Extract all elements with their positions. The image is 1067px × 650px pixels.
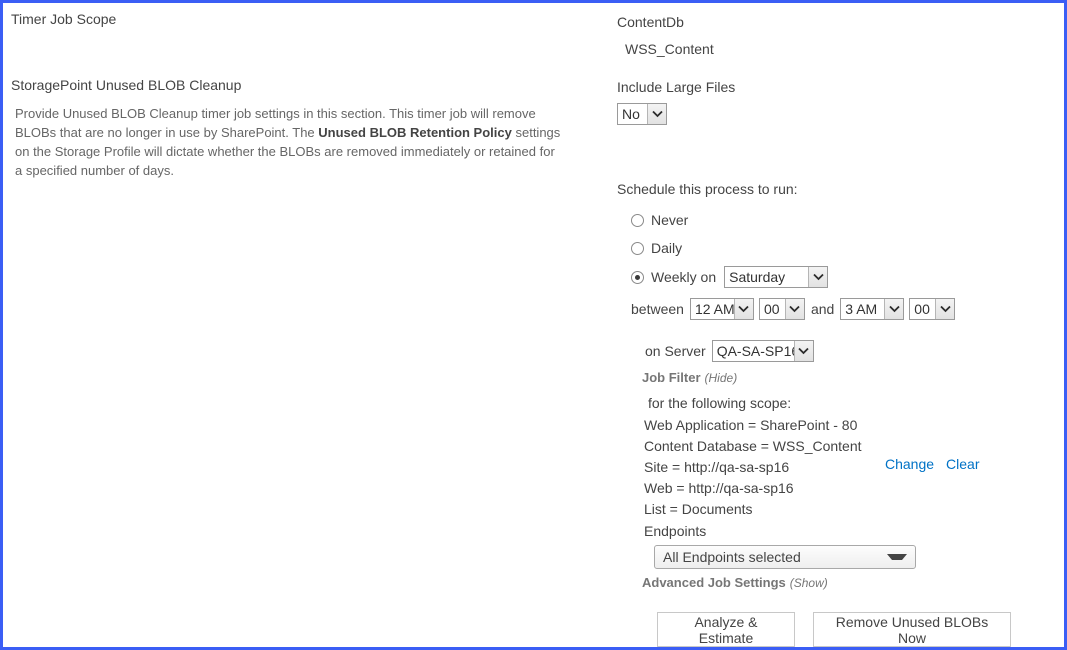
remove-unused-blobs-button[interactable]: Remove Unused BLOBs Now bbox=[813, 612, 1011, 647]
weekday-select[interactable]: Saturday bbox=[724, 266, 829, 288]
chevron-down-icon bbox=[784, 299, 804, 319]
advanced-job-settings-show-toggle[interactable]: (Show) bbox=[790, 576, 828, 590]
section-description: Provide Unused BLOB Cleanup timer job se… bbox=[15, 104, 563, 180]
chevron-down-icon bbox=[887, 554, 907, 560]
endpoints-select[interactable]: All Endpoints selected bbox=[654, 545, 916, 569]
chevron-down-icon bbox=[935, 299, 955, 319]
chevron-down-icon bbox=[647, 104, 666, 124]
scope-line-site: Site = http://qa-sa-sp16 bbox=[644, 459, 790, 475]
end-minute-select[interactable]: 00 bbox=[909, 298, 956, 320]
scope-line-web-application: Web Application = SharePoint - 80 bbox=[644, 417, 858, 433]
job-filter-title: Job Filter bbox=[642, 370, 701, 385]
schedule-option-daily[interactable]: Daily bbox=[631, 240, 682, 256]
content-db-value: WSS_Content bbox=[625, 41, 714, 57]
end-hour-value: 3 AM bbox=[845, 301, 878, 317]
change-link[interactable]: Change bbox=[885, 456, 934, 472]
analyze-estimate-button[interactable]: Analyze & Estimate bbox=[657, 612, 795, 647]
start-hour-value: 12 AM bbox=[694, 301, 734, 317]
schedule-label: Schedule this process to run: bbox=[617, 181, 798, 197]
start-minute-value: 00 bbox=[763, 301, 780, 317]
advanced-job-settings-title: Advanced Job Settings bbox=[642, 575, 786, 590]
scope-actions: Change Clear bbox=[885, 456, 980, 472]
schedule-option-weekly[interactable]: Weekly on Saturday bbox=[631, 266, 829, 288]
scope-line-list: List = Documents bbox=[644, 501, 753, 517]
endpoints-value: All Endpoints selected bbox=[663, 549, 801, 565]
scope-line-content-database: Content Database = WSS_Content bbox=[644, 438, 862, 454]
advanced-job-settings-header: Advanced Job Settings (Show) bbox=[642, 574, 828, 590]
schedule-option-never[interactable]: Never bbox=[631, 212, 688, 228]
chevron-down-icon bbox=[808, 267, 828, 287]
radio-icon-never[interactable] bbox=[631, 213, 644, 227]
radio-icon-weekly[interactable] bbox=[631, 270, 644, 284]
action-buttons: Analyze & Estimate Remove Unused BLOBs N… bbox=[657, 612, 1011, 647]
server-label: on Server bbox=[645, 343, 706, 359]
chevron-down-icon bbox=[884, 299, 904, 319]
chevron-down-icon bbox=[733, 299, 753, 319]
description-emphasis: Unused BLOB Retention Policy bbox=[318, 125, 512, 140]
include-large-files-select[interactable]: No bbox=[617, 103, 667, 125]
server-select[interactable]: QA-SA-SP16 bbox=[711, 340, 814, 362]
include-large-files-label: Include Large Files bbox=[617, 79, 736, 95]
start-hour-select[interactable]: 12 AM bbox=[689, 298, 754, 320]
job-filter-header: Job Filter (Hide) bbox=[642, 369, 737, 385]
server-value: QA-SA-SP16 bbox=[716, 343, 794, 359]
timer-job-settings-page: Timer Job Scope StoragePoint Unused BLOB… bbox=[0, 0, 1067, 650]
and-label: and bbox=[810, 301, 835, 317]
timer-job-scope-title: Timer Job Scope bbox=[11, 11, 117, 27]
job-filter-hide-toggle[interactable]: (Hide) bbox=[705, 371, 738, 385]
weekday-value: Saturday bbox=[729, 269, 786, 285]
schedule-time-range: between 12 AM 00 and 3 AM 00 bbox=[631, 298, 956, 320]
scope-list: Web Application = SharePoint - 80 Conten… bbox=[644, 415, 862, 520]
chevron-down-icon bbox=[793, 341, 813, 361]
server-row: on Server QA-SA-SP16 bbox=[645, 340, 814, 362]
content-db-label: ContentDb bbox=[617, 14, 684, 30]
include-large-files-value: No bbox=[622, 106, 640, 122]
clear-link[interactable]: Clear bbox=[946, 456, 979, 472]
schedule-option-never-label: Never bbox=[651, 212, 689, 228]
schedule-option-weekly-label: Weekly on bbox=[651, 269, 717, 285]
between-label: between bbox=[631, 301, 684, 317]
schedule-option-daily-label: Daily bbox=[651, 240, 683, 256]
start-minute-select[interactable]: 00 bbox=[758, 298, 805, 320]
end-hour-select[interactable]: 3 AM bbox=[840, 298, 905, 320]
scope-line-web: Web = http://qa-sa-sp16 bbox=[644, 480, 794, 496]
left-description-panel: Timer Job Scope StoragePoint Unused BLOB… bbox=[3, 3, 603, 647]
page-title: StoragePoint Unused BLOB Cleanup bbox=[11, 77, 242, 93]
end-minute-value: 00 bbox=[914, 301, 930, 317]
radio-icon-daily[interactable] bbox=[631, 241, 644, 255]
scope-intro-text: for the following scope: bbox=[648, 395, 792, 411]
endpoints-label: Endpoints bbox=[644, 523, 707, 539]
